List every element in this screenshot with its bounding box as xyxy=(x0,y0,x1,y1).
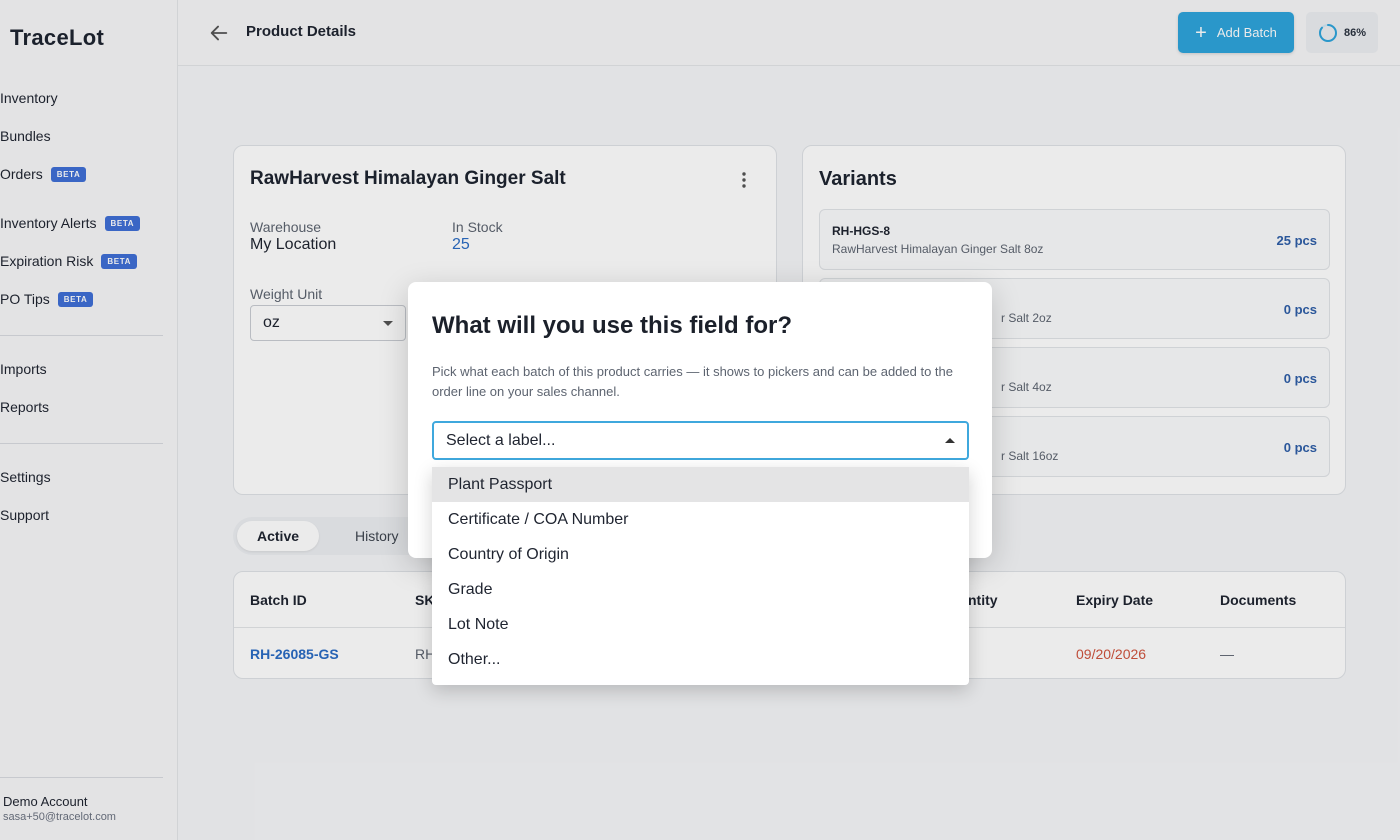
option-country-of-origin[interactable]: Country of Origin xyxy=(432,537,969,572)
label-select-placeholder: Select a label... xyxy=(446,431,556,449)
modal-title: What will you use this field for? xyxy=(432,312,793,339)
option-plant-passport[interactable]: Plant Passport xyxy=(432,467,969,502)
option-certificate-coa-number[interactable]: Certificate / COA Number xyxy=(432,502,969,537)
chevron-up-icon xyxy=(945,438,955,443)
option-other[interactable]: Other... xyxy=(432,642,969,677)
label-select[interactable]: Select a label... xyxy=(432,421,969,460)
modal-description: Pick what each batch of this product car… xyxy=(432,364,954,399)
option-grade[interactable]: Grade xyxy=(432,572,969,607)
option-lot-note[interactable]: Lot Note xyxy=(432,607,969,642)
label-dropdown-menu: Plant Passport Certificate / COA Number … xyxy=(432,467,969,685)
